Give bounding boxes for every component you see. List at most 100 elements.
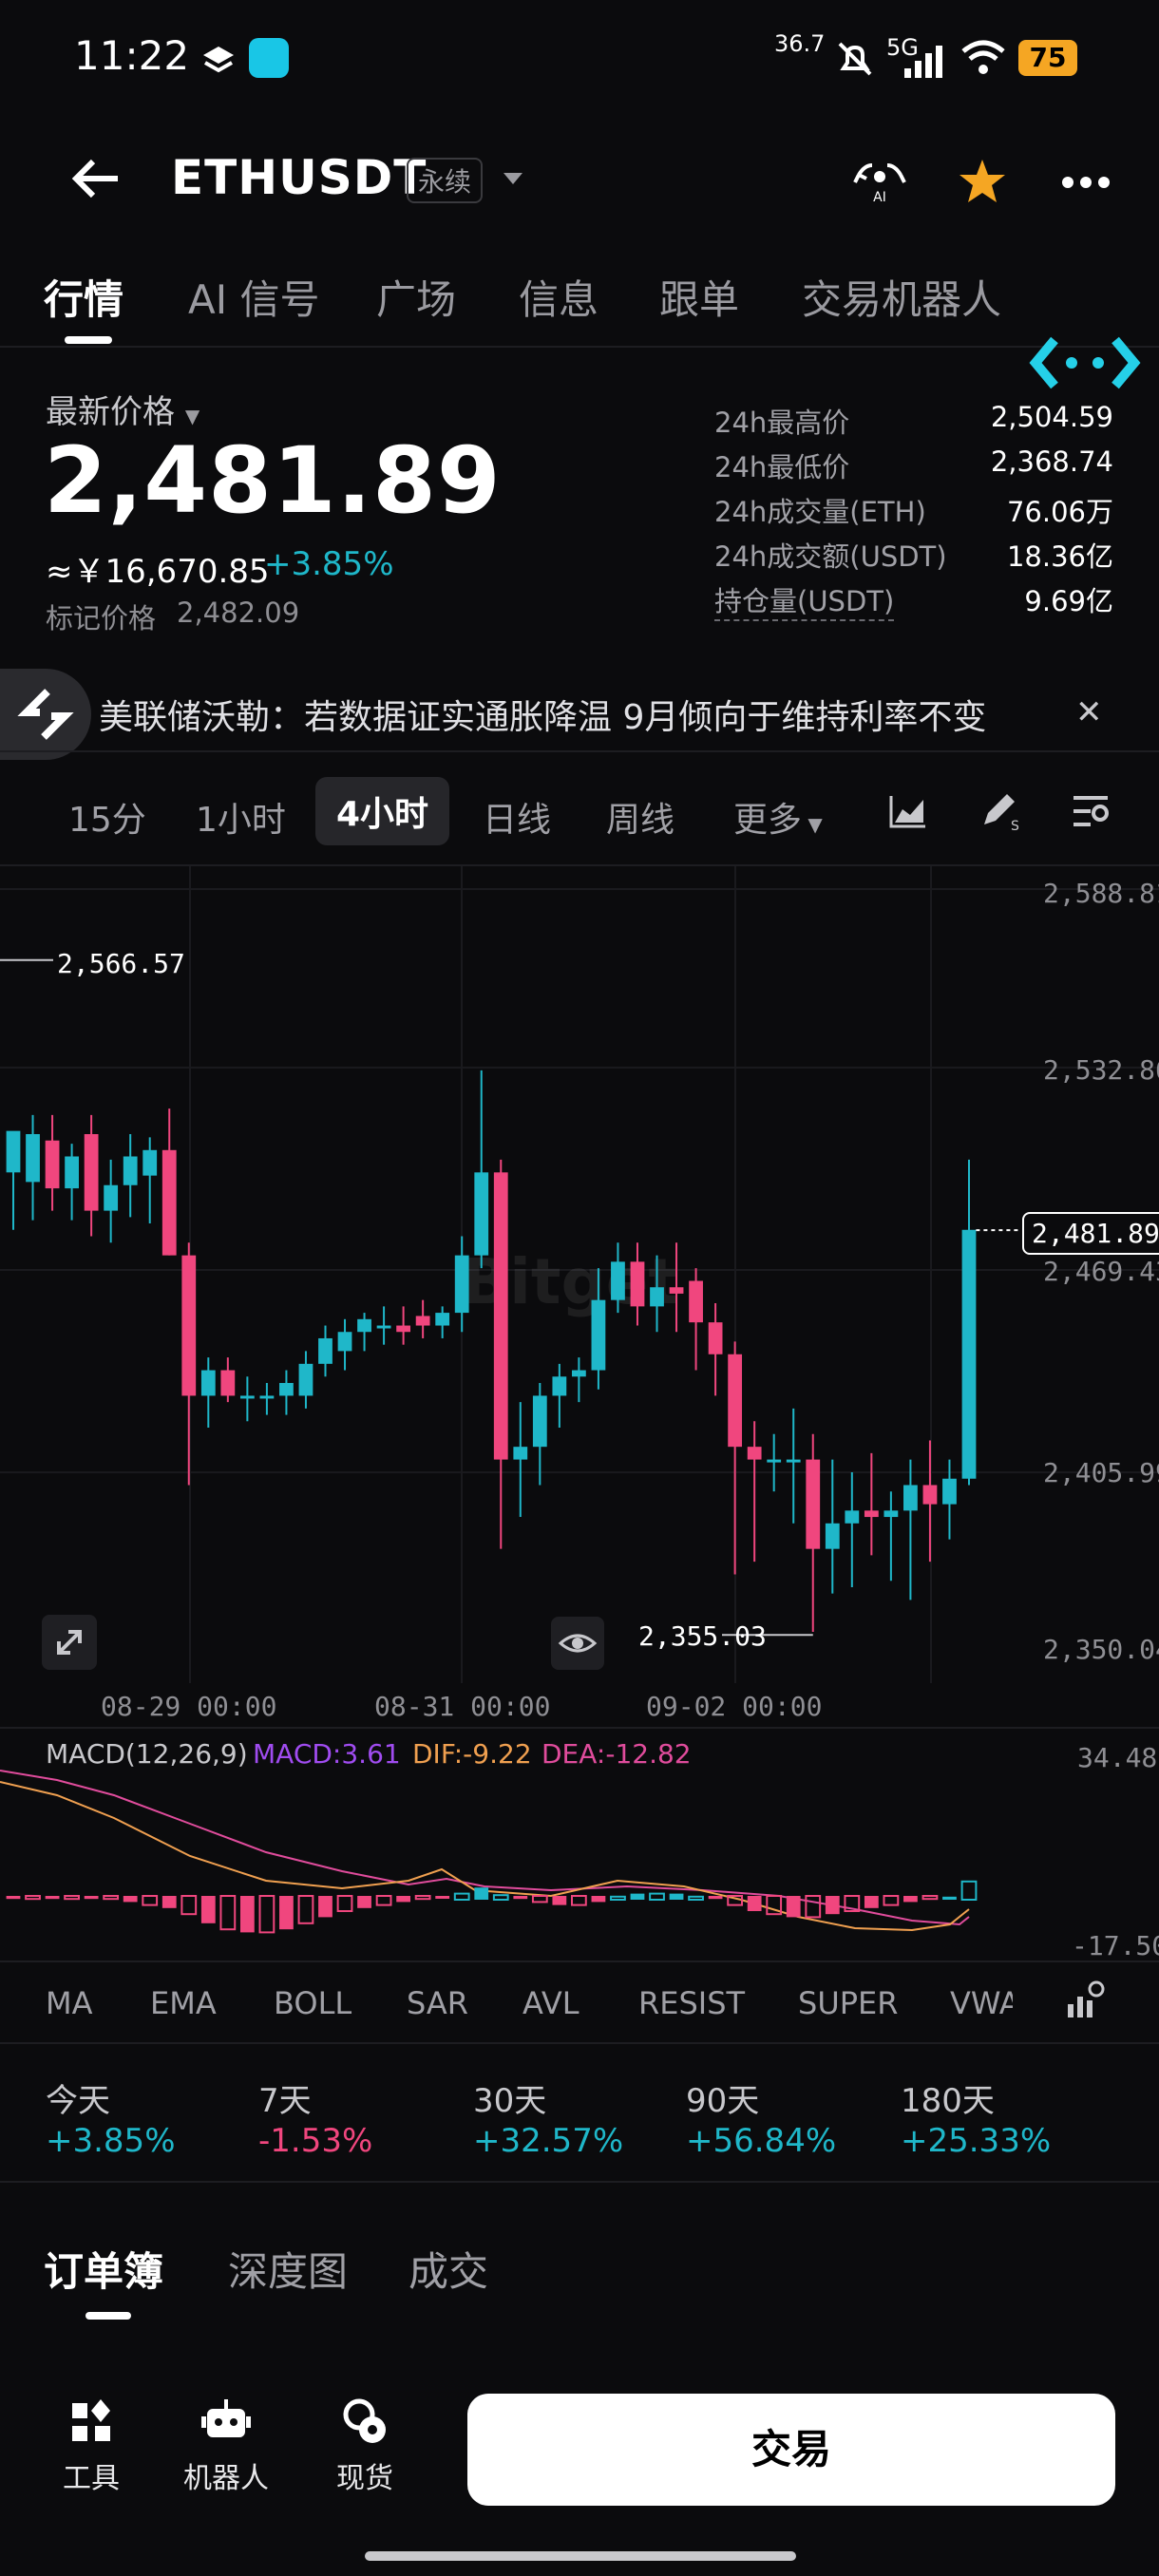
candle <box>396 1325 411 1333</box>
macd-bar <box>669 1893 684 1900</box>
stat-label-open-interest[interactable]: 持仓量(USDT) <box>714 579 895 621</box>
timeframe-1d[interactable]: 日线 <box>483 792 551 842</box>
candle <box>630 1261 645 1307</box>
macd-bar <box>864 1896 879 1908</box>
app-notification-icon <box>249 38 289 78</box>
bitget-icon[interactable] <box>1026 332 1144 397</box>
close-icon[interactable]: ✕ <box>1075 693 1103 731</box>
candle <box>26 1133 40 1183</box>
candle <box>357 1318 371 1333</box>
indicator-ma[interactable]: MA <box>46 1985 93 2021</box>
symbol-title[interactable]: ETHUSDT <box>171 150 427 205</box>
macd-bar <box>258 1895 276 1934</box>
price-axis-label: 2,405.99 <box>1043 1457 1159 1488</box>
candle <box>689 1280 703 1323</box>
candle <box>337 1332 352 1352</box>
tab-square[interactable]: 广场 <box>376 268 456 326</box>
candlestick-chart[interactable]: Bitget <box>0 866 1159 1721</box>
trade-button[interactable]: 交易 <box>467 2394 1115 2506</box>
macd-bar <box>336 1895 353 1912</box>
candle <box>961 1229 977 1479</box>
dropdown-caret-icon: ▼ <box>184 405 200 427</box>
macd-bar <box>162 1896 177 1908</box>
candle <box>669 1287 684 1294</box>
spot-label: 现货 <box>336 2462 393 2495</box>
stat-value: 2,368.74 <box>990 445 1113 478</box>
candle <box>884 1510 899 1518</box>
tools-button[interactable]: 工具 <box>25 2394 158 2498</box>
price-axis-label: 2,350.04 <box>1043 1634 1159 1665</box>
draw-icon[interactable]: S <box>977 788 1020 836</box>
indicator-boll[interactable]: BOLL <box>274 1985 352 2021</box>
candle <box>708 1322 723 1354</box>
settings-icon[interactable] <box>1070 792 1112 834</box>
candle <box>415 1316 430 1326</box>
timeframe-more[interactable]: 更多 ▼ <box>733 792 823 842</box>
tab-trades[interactable]: 成交 <box>408 2240 488 2298</box>
perf-divider <box>0 2181 1159 2183</box>
tab-market[interactable]: 行情 <box>44 268 124 326</box>
spot-button[interactable]: 现货 <box>298 2394 431 2498</box>
more-icon[interactable] <box>1062 175 1110 193</box>
last-price-label[interactable]: 最新价格 ▼ <box>46 386 200 432</box>
indicator-row-divider <box>0 2042 1159 2044</box>
battery-level: 75 <box>1029 42 1067 73</box>
macd-bar <box>649 1892 665 1902</box>
candle <box>84 1133 99 1211</box>
back-arrow-icon[interactable] <box>70 158 122 203</box>
tab-depth-chart[interactable]: 深度图 <box>228 2240 348 2298</box>
indicator-sar[interactable]: SAR <box>407 1985 468 2021</box>
perf-label: 90天 <box>686 2082 760 2120</box>
macd-bar <box>414 1895 431 1901</box>
star-icon[interactable] <box>958 158 1007 209</box>
price-axis-label: 2,532.86 <box>1043 1054 1159 1086</box>
perf-value: +3.85% <box>46 2122 176 2160</box>
tab-info[interactable]: 信息 <box>519 268 598 326</box>
candle <box>571 1370 586 1377</box>
indicator-resist[interactable]: RESIST <box>638 1985 745 2021</box>
perf-value: -1.53% <box>258 2122 373 2160</box>
indicator-settings-icon[interactable] <box>1064 1979 1106 2025</box>
signal-icon <box>902 44 946 82</box>
candle <box>611 1261 625 1300</box>
macd-bar <box>903 1896 918 1903</box>
macd-bar <box>708 1896 723 1900</box>
indicator-ema[interactable]: EMA <box>150 1985 217 2021</box>
stat-value: 76.06万 <box>1006 496 1113 528</box>
news-text[interactable]: 美联储沃勒：若数据证实通胀降温 9月倾向于维持利率不变 <box>99 690 986 739</box>
candle <box>298 1363 314 1396</box>
dropdown-caret-icon[interactable] <box>502 171 524 190</box>
candle <box>552 1376 567 1396</box>
tab-ai-signal[interactable]: AI 信号 <box>188 268 319 326</box>
indicator-vwap[interactable]: VWA <box>950 1985 1013 2021</box>
timeframe-4h[interactable]: 4小时 <box>315 777 450 845</box>
ai-icon[interactable]: AI <box>851 158 908 209</box>
status-time: 11:22 <box>74 32 190 79</box>
macd-bar <box>825 1896 840 1915</box>
eye-icon[interactable] <box>551 1617 604 1670</box>
candle <box>279 1382 294 1396</box>
dea-line <box>0 1770 970 1926</box>
macd-bar <box>279 1896 294 1930</box>
high-marker-label: 2,566.57 <box>57 948 185 979</box>
indicator-super[interactable]: SUPER <box>798 1985 898 2021</box>
layers-icon <box>200 42 238 84</box>
macd-bar <box>123 1896 138 1903</box>
dif-line <box>0 1781 970 1932</box>
robot-button[interactable]: 机器人 <box>160 2394 293 2498</box>
macd-bar <box>610 1895 626 1902</box>
timeframe-1h[interactable]: 1小时 <box>196 792 286 842</box>
tab-trading-bot[interactable]: 交易机器人 <box>802 268 1001 326</box>
candle <box>532 1395 547 1448</box>
area-chart-icon[interactable] <box>887 792 929 834</box>
perf-label: 180天 <box>901 2082 995 2120</box>
macd-bar <box>513 1896 528 1900</box>
tab-copy-trade[interactable]: 跟单 <box>659 268 739 326</box>
time-axis-label: 08-29 00:00 <box>101 1691 277 1722</box>
indicator-avl[interactable]: AVL <box>522 1985 580 2021</box>
timeframe-15m[interactable]: 15分 <box>68 792 146 842</box>
timeframe-1w[interactable]: 周线 <box>606 792 674 842</box>
last-price: 2,481.89 <box>44 427 502 534</box>
tab-order-book[interactable]: 订单簿 <box>44 2240 163 2298</box>
expand-icon[interactable] <box>42 1615 97 1670</box>
